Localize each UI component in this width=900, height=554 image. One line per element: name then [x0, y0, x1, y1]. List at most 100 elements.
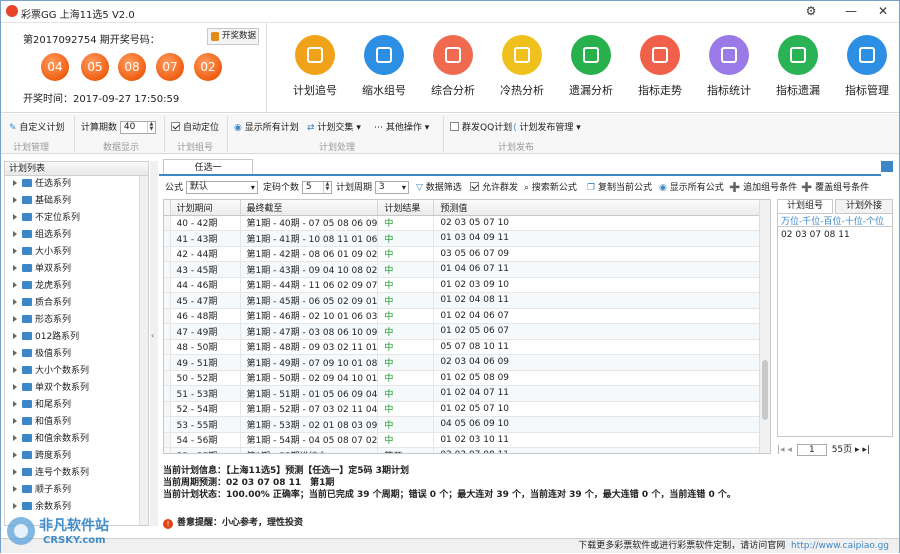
plan-tree-item[interactable]: 和尾系列 — [5, 397, 148, 414]
plan-tree-item[interactable]: 不定位系列 — [5, 210, 148, 227]
expand-arrow-icon[interactable] — [13, 367, 17, 373]
table-row[interactable]: 48 - 50期 第1期 - 48期 - 09 03 02 11 01 中 05 07… — [164, 339, 760, 355]
minimize-button[interactable]: — — [841, 3, 861, 20]
show-all-plans-button[interactable]: ◉ 显示所有计划 — [234, 120, 299, 133]
expand-arrow-icon[interactable] — [13, 316, 17, 322]
checkbox-icon[interactable] — [450, 122, 459, 131]
expand-arrow-icon[interactable] — [13, 333, 17, 339]
plan-tree-item[interactable]: 极值系列 — [5, 346, 148, 363]
plan-list-scrollbar[interactable] — [139, 176, 148, 525]
table-row[interactable]: 53 - 55期 第1期 - 53期 - 02 01 08 03 09 中 04 05… — [164, 416, 760, 433]
expand-arrow-icon[interactable] — [13, 350, 17, 356]
plan-tree-item[interactable]: 单双系列 — [5, 261, 148, 278]
column-header[interactable]: 计划期间 — [170, 200, 241, 216]
official-site-link[interactable]: http://www.caipiao.gg — [791, 541, 889, 551]
next-page-icon[interactable]: ▸ ▸| — [855, 445, 870, 455]
plan-intersection-dropdown[interactable]: ⇄ 计划交集 ▾ — [307, 120, 361, 133]
table-row[interactable]: 55 - 57期第1期 - 55期进行中...等开02 03 07 08 11 — [164, 447, 760, 453]
expand-arrow-icon[interactable] — [13, 299, 17, 305]
plan-tree-item[interactable]: 连号个数系列 — [5, 465, 148, 482]
maximize-panel-icon[interactable] — [881, 161, 893, 172]
big-button[interactable]: 冷热分析 — [488, 31, 556, 111]
checkbox-icon[interactable] — [470, 182, 479, 191]
table-row[interactable]: 40 - 42期 第1期 - 40期 - 07 05 08 06 09 中 02 03… — [164, 215, 760, 231]
table-row[interactable]: 50 - 52期 第1期 - 50期 - 02 09 04 10 01 中 01 02… — [164, 370, 760, 386]
table-row[interactable]: 43 - 45期 第1期 - 43期 - 09 04 10 08 02 中 01 04… — [164, 261, 760, 278]
big-button[interactable]: 指标管理 — [833, 31, 900, 111]
plan-tree-item[interactable]: 012路系列 — [5, 329, 148, 346]
table-row[interactable]: 45 - 47期 第1期 - 45期 - 06 05 02 09 01 中 01 02… — [164, 292, 760, 309]
big-button[interactable]: 计划追号 — [281, 31, 349, 111]
table-row[interactable]: 49 - 51期 第1期 - 49期 - 07 09 10 01 08 中 02 03… — [164, 354, 760, 371]
plan-number-box[interactable]: 02 03 07 08 11 — [777, 227, 893, 437]
table-row[interactable]: 47 - 49期 第1期 - 47期 - 03 08 06 10 09 中 01 02… — [164, 323, 760, 340]
code-count-stepper[interactable]: 5 ▲ ▼ — [301, 181, 332, 194]
column-header[interactable]: 最终截至 — [240, 200, 379, 216]
expand-arrow-icon[interactable] — [13, 452, 17, 458]
plan-tree-item[interactable]: 和值余数系列 — [5, 431, 148, 448]
expand-arrow-icon[interactable] — [13, 486, 17, 492]
first-page-icon[interactable]: |◂ ◂ — [777, 445, 792, 455]
expand-arrow-icon[interactable] — [13, 180, 17, 186]
plan-tree-item[interactable]: 和值系列 — [5, 414, 148, 431]
expand-arrow-icon[interactable] — [13, 384, 17, 390]
qq-plan-checkbox[interactable]: 群发QQ计划 — [450, 120, 512, 133]
expand-arrow-icon[interactable] — [13, 435, 17, 441]
big-button[interactable]: 缩水组号 — [350, 31, 418, 111]
draw-data-button[interactable]: 开奖数据 — [207, 28, 259, 45]
table-row[interactable]: 51 - 53期 第1期 - 51期 - 01 05 06 09 04 中 01 02… — [164, 385, 760, 402]
big-button[interactable]: 指标统计 — [695, 31, 763, 111]
table-row[interactable]: 46 - 48期 第1期 - 46期 - 02 10 01 06 03 中 01 02… — [164, 308, 760, 324]
checkbox-icon[interactable] — [171, 122, 180, 131]
big-button[interactable]: 指标走势 — [626, 31, 694, 111]
settings-gear-icon[interactable]: ⚙ — [801, 3, 821, 20]
formula-select[interactable]: 默认 — [185, 181, 258, 194]
plan-tree-item[interactable]: 单双个数系列 — [5, 380, 148, 397]
table-row[interactable]: 44 - 46期 第1期 - 44期 - 11 06 02 09 07 中 01 02… — [164, 277, 760, 293]
plan-tree-item[interactable]: 基础系列 — [5, 193, 148, 210]
search-formula-button[interactable]: ⌕ 搜索新公式 — [524, 180, 577, 193]
publish-management-dropdown[interactable]: ⟨ 计划发布管理 ▾ — [513, 120, 581, 133]
table-row[interactable]: 42 - 44期 第1期 - 42期 - 08 06 01 09 02 中 03 05… — [164, 246, 760, 262]
custom-plan-button[interactable]: ✎ 自定义计划 — [9, 120, 64, 133]
table-row[interactable]: 54 - 56期 第1期 - 54期 - 04 05 08 07 02 中 01 02… — [164, 432, 760, 448]
column-header[interactable]: 预测值 — [433, 200, 760, 216]
data-filter-button[interactable]: ▽ 数据筛选 — [416, 180, 462, 193]
other-operations-dropdown[interactable]: ⋯ 其他操作 ▾ — [374, 120, 429, 133]
expand-arrow-icon[interactable] — [13, 214, 17, 220]
append-condition-button[interactable]: ➕ 追加组号条件 — [729, 180, 797, 193]
expand-arrow-icon[interactable] — [13, 418, 17, 424]
plan-tree-item[interactable]: 大小系列 — [5, 244, 148, 261]
auto-locate-checkbox[interactable]: 自动定位 — [171, 120, 219, 133]
page-input[interactable]: 1 — [796, 444, 827, 456]
expand-arrow-icon[interactable] — [13, 401, 17, 407]
expand-arrow-icon[interactable] — [13, 248, 17, 254]
copy-formula-button[interactable]: ❐ 复制当前公式 — [587, 180, 652, 193]
expand-arrow-icon[interactable] — [13, 503, 17, 509]
calc-periods-stepper[interactable]: 40 ▲ ▼ — [119, 121, 156, 134]
plan-tree-item[interactable]: 大小个数系列 — [5, 363, 148, 380]
column-header[interactable]: 计划结果 — [377, 200, 435, 216]
expand-arrow-icon[interactable] — [13, 231, 17, 237]
plan-tree-item[interactable]: 组选系列 — [5, 227, 148, 244]
plan-tree-item[interactable]: 质合系列 — [5, 295, 148, 312]
show-all-formulas-button[interactable]: ◉ 显示所有公式 — [659, 180, 724, 193]
plan-tree-item[interactable]: 形态系列 — [5, 312, 148, 329]
plan-tree-item[interactable]: 任选系列 — [5, 176, 148, 193]
scroll-thumb[interactable] — [762, 360, 768, 420]
tab-plan-external[interactable]: 计划外接 — [835, 199, 893, 214]
plan-tree-item[interactable]: 龙虎系列 — [5, 278, 148, 295]
table-scrollbar[interactable] — [759, 200, 770, 453]
plan-tree-item[interactable]: 顺子系列 — [5, 482, 148, 499]
cover-condition-button[interactable]: ➕ 覆盖组号条件 — [801, 180, 869, 193]
stepper-arrows-icon[interactable]: ▲ ▼ — [322, 182, 331, 193]
allow-group-send-checkbox[interactable]: 允许群发 — [470, 180, 518, 193]
tab-plan-number[interactable]: 计划组号 — [777, 199, 833, 214]
panel-splitter[interactable]: ‹ — [150, 161, 158, 526]
expand-arrow-icon[interactable] — [13, 197, 17, 203]
collapse-arrow-icon[interactable]: ‹ — [151, 331, 154, 340]
table-row[interactable]: 41 - 43期 第1期 - 41期 - 10 08 11 01 06 中 01 03… — [164, 230, 760, 247]
tab-renxuan-1[interactable]: 任选一 — [163, 159, 253, 175]
close-button[interactable]: ✕ — [873, 3, 893, 20]
expand-arrow-icon[interactable] — [13, 282, 17, 288]
